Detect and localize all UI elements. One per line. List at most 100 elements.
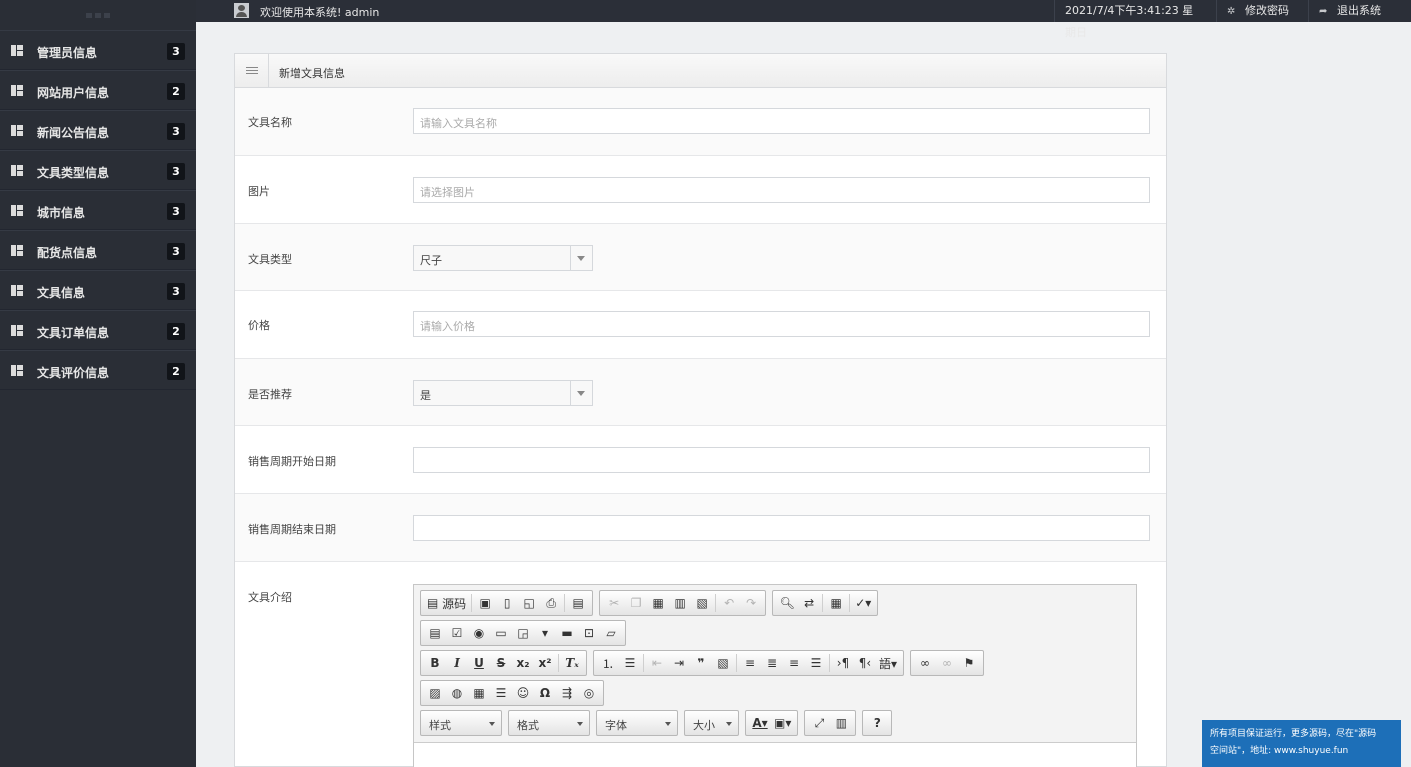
iframe-globe-icon[interactable]: ◎ <box>578 682 600 704</box>
link-icon[interactable]: ∞ <box>914 652 936 674</box>
align-center-icon[interactable]: ≣ <box>761 652 783 674</box>
source-button[interactable]: ▤ 源码 <box>424 592 469 614</box>
preview-icon[interactable]: ◱ <box>518 592 540 614</box>
smiley-icon[interactable]: ☺ <box>512 682 534 704</box>
price-input[interactable]: 请输入价格 <box>413 311 1150 337</box>
div-icon[interactable]: ▧ <box>712 652 734 674</box>
paste-icon[interactable]: ▦ <box>647 592 669 614</box>
spellcheck-icon[interactable]: ✓▾ <box>852 592 874 614</box>
panel-title: 新增文具信息 <box>279 67 345 80</box>
italic-icon[interactable]: I <box>446 652 468 674</box>
special-char-icon[interactable]: Ω <box>534 682 556 704</box>
numbered-list-icon[interactable]: ⒈ <box>597 652 619 674</box>
sidebar-item[interactable]: 文具信息 3 <box>0 270 196 310</box>
page-break-icon[interactable]: ⇶ <box>556 682 578 704</box>
undo-icon[interactable]: ↶ <box>718 592 740 614</box>
sidebar-item[interactable]: 管理员信息 3 <box>0 30 196 70</box>
align-right-icon[interactable]: ≡ <box>783 652 805 674</box>
change-password-link[interactable]: ✲ 修改密码 <box>1216 0 1306 22</box>
flash-icon[interactable]: ◍ <box>446 682 468 704</box>
indent-icon[interactable]: ⇥ <box>668 652 690 674</box>
image-icon[interactable]: ▨ <box>424 682 446 704</box>
form-row-end-date: 销售周期结束日期 <box>235 494 1166 562</box>
textarea-icon[interactable]: ◲ <box>512 622 534 644</box>
ltr-icon[interactable]: ›¶ <box>832 652 854 674</box>
toolbar-group-basicstyles: B I U S x₂ x² Tₓ <box>420 650 587 676</box>
bulleted-list-icon[interactable]: ☰ <box>619 652 641 674</box>
end-date-input[interactable] <box>413 515 1150 541</box>
save-icon[interactable]: ▣ <box>474 592 496 614</box>
logout-link[interactable]: ➦ 退出系统 <box>1308 0 1392 22</box>
unlink-icon[interactable]: ∞ <box>936 652 958 674</box>
recommend-select[interactable]: 是 <box>413 380 593 406</box>
format-combo[interactable]: 格式 <box>508 710 590 736</box>
sidebar-item[interactable]: 文具评价信息 2 <box>0 350 196 390</box>
redo-icon[interactable]: ↷ <box>740 592 762 614</box>
help-icon[interactable]: ? <box>866 712 888 734</box>
count-badge: 3 <box>167 283 185 300</box>
justify-icon[interactable]: ☰ <box>805 652 827 674</box>
toolbar-group-clipboard: ✂ ❐ ▦ ▥ ▧ ↶ ↷ <box>599 590 767 616</box>
sidebar-item[interactable]: 文具类型信息 3 <box>0 150 196 190</box>
text-color-icon[interactable]: A▾ <box>749 712 771 734</box>
bg-color-icon[interactable]: ▣▾ <box>771 712 794 734</box>
templates-icon[interactable]: ▤ <box>567 592 589 614</box>
sidebar-toggle-handle[interactable] <box>0 0 196 30</box>
rtl-icon[interactable]: ¶‹ <box>854 652 876 674</box>
radio-icon[interactable]: ◉ <box>468 622 490 644</box>
text-field-icon[interactable]: ▭ <box>490 622 512 644</box>
styles-combo[interactable]: 样式 <box>420 710 502 736</box>
new-page-icon[interactable]: ▯ <box>496 592 518 614</box>
image-input[interactable]: 请选择图片 <box>413 177 1150 203</box>
superscript-icon[interactable]: x² <box>534 652 556 674</box>
cut-icon[interactable]: ✂ <box>603 592 625 614</box>
underline-icon[interactable]: U <box>468 652 490 674</box>
blockquote-icon[interactable]: ❞ <box>690 652 712 674</box>
select-all-icon[interactable]: ▦ <box>825 592 847 614</box>
show-blocks-icon[interactable]: ▥ <box>830 712 852 734</box>
layout-grid-icon <box>11 205 23 216</box>
editor-toolbar-row-2: ▤ ☑ ◉ ▭ ◲ ▾ ▬ ⊡ ▱ <box>420 620 626 646</box>
paste-text-icon[interactable]: ▥ <box>669 592 691 614</box>
checkbox-icon[interactable]: ☑ <box>446 622 468 644</box>
subscript-icon[interactable]: x₂ <box>512 652 534 674</box>
sidebar-item[interactable]: 配货点信息 3 <box>0 230 196 270</box>
form-icon[interactable]: ▤ <box>424 622 446 644</box>
table-icon[interactable]: ▦ <box>468 682 490 704</box>
maximize-icon[interactable]: ⤢ <box>808 712 830 734</box>
count-badge: 3 <box>167 203 185 220</box>
promo-line-1: 所有项目保证运行，更多源码，尽在"源码 <box>1210 729 1377 739</box>
find-icon[interactable]: 🔍︎ <box>776 592 798 614</box>
image-button-icon[interactable]: ⊡ <box>578 622 600 644</box>
language-icon[interactable]: 語▾ <box>876 652 900 674</box>
sidebar-item[interactable]: 城市信息 3 <box>0 190 196 230</box>
replace-icon[interactable]: ⇄ <box>798 592 820 614</box>
promo-banner[interactable]: 所有项目保证运行，更多源码，尽在"源码 空间站"，地址: www.shuyue.… <box>1202 720 1401 767</box>
copy-icon[interactable]: ❐ <box>625 592 647 614</box>
sidebar-item[interactable]: 新闻公告信息 3 <box>0 110 196 150</box>
type-select[interactable]: 尺子 <box>413 245 593 271</box>
size-combo[interactable]: 大小 <box>684 710 739 736</box>
bold-icon[interactable]: B <box>424 652 446 674</box>
count-badge: 3 <box>167 163 185 180</box>
button-icon[interactable]: ▬ <box>556 622 578 644</box>
print-icon[interactable]: ⎙ <box>540 592 562 614</box>
editor-content-area[interactable] <box>414 742 1136 767</box>
font-combo[interactable]: 字体 <box>596 710 678 736</box>
sidebar-item[interactable]: 网站用户信息 2 <box>0 70 196 110</box>
outdent-icon[interactable]: ⇤ <box>646 652 668 674</box>
select-field-icon[interactable]: ▾ <box>534 622 556 644</box>
layout-grid-icon <box>11 85 23 96</box>
paste-word-icon[interactable]: ▧ <box>691 592 713 614</box>
remove-format-icon[interactable]: Tₓ <box>561 652 583 674</box>
name-input[interactable]: 请输入文具名称 <box>413 108 1150 134</box>
sidebar-item[interactable]: 文具订单信息 2 <box>0 310 196 350</box>
align-left-icon[interactable]: ≡ <box>739 652 761 674</box>
sidebar-item-label: 文具订单信息 <box>37 326 110 340</box>
anchor-flag-icon[interactable]: ⚑ <box>958 652 980 674</box>
start-date-input[interactable] <box>413 447 1150 473</box>
hidden-field-icon[interactable]: ▱ <box>600 622 622 644</box>
strike-icon[interactable]: S <box>490 652 512 674</box>
sidebar-nav: 管理员信息 3 网站用户信息 2 新闻公告信息 3 文具类型信息 3 城市信息 3 配货点信息 3 文具… <box>0 30 196 390</box>
horizontal-rule-icon[interactable]: ☰ <box>490 682 512 704</box>
